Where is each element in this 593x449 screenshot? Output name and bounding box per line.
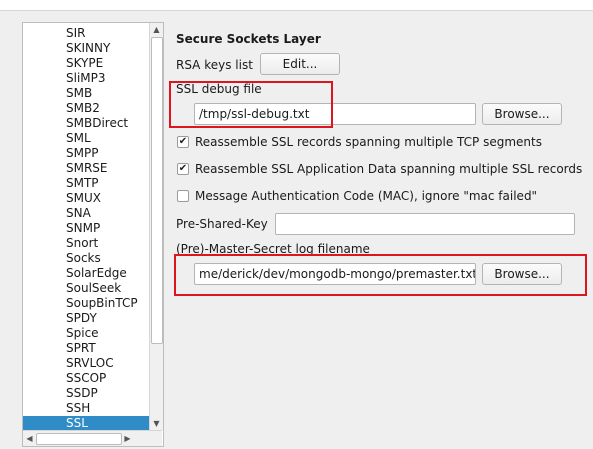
protocol-item[interactable]: SMPP	[23, 146, 149, 161]
preferences-panel: SIR SKINNY SKYPE SliMP3 SMB SMB2 SMBDirect SML S…	[0, 10, 593, 449]
scroll-down-arrow-icon[interactable]: ▼	[150, 417, 163, 430]
protocol-item[interactable]: SMTP	[23, 176, 149, 191]
protocol-item[interactable]: SSH	[23, 401, 149, 416]
protocol-item[interactable]: SRVLOC	[23, 356, 149, 371]
protocol-item[interactable]: SMBDirect	[23, 116, 149, 131]
protocol-item[interactable]: SKINNY	[23, 41, 149, 56]
protocol-item[interactable]: SMRSE	[23, 161, 149, 176]
protocol-item[interactable]: SML	[23, 131, 149, 146]
protocol-item[interactable]: SPDY	[23, 311, 149, 326]
protocol-item[interactable]: Spice	[23, 326, 149, 341]
horizontal-scroll-thumb[interactable]	[36, 433, 122, 445]
protocol-item[interactable]: SliMP3	[23, 71, 149, 86]
master-secret-browse-button[interactable]: Browse...	[482, 263, 562, 285]
horizontal-scrollbar[interactable]: ◀ ▶	[23, 430, 162, 446]
protocol-item[interactable]: SoupBinTCP	[23, 296, 149, 311]
protocol-item[interactable]: Snort	[23, 236, 149, 251]
protocol-item[interactable]: SMB2	[23, 101, 149, 116]
scroll-corner	[135, 431, 162, 446]
pre-shared-key-label: Pre-Shared-Key	[176, 217, 268, 231]
reassemble-records-checkbox[interactable]: ✔	[177, 136, 189, 148]
master-secret-label: (Pre)-Master-Secret log filename	[176, 242, 370, 256]
protocol-item[interactable]: SKYPE	[23, 56, 149, 71]
protocol-item[interactable]: SSDP	[23, 386, 149, 401]
vertical-scroll-thumb[interactable]	[151, 37, 163, 344]
protocol-item[interactable]: SNMP	[23, 221, 149, 236]
rsa-keys-label: RSA keys list	[176, 58, 253, 72]
protocol-item[interactable]: SPRT	[23, 341, 149, 356]
protocol-item[interactable]: Socks	[23, 251, 149, 266]
ssl-debug-file-label: SSL debug file	[176, 82, 262, 96]
protocol-tree: SIR SKINNY SKYPE SliMP3 SMB SMB2 SMBDirect SML S…	[22, 22, 164, 447]
protocol-item[interactable]: SMB	[23, 86, 149, 101]
ssl-debug-file-input[interactable]: /tmp/ssl-debug.txt	[194, 103, 476, 125]
section-title: Secure Sockets Layer	[176, 32, 321, 46]
scroll-right-arrow-icon[interactable]: ▶	[121, 431, 134, 446]
protocol-item[interactable]: SIR	[23, 26, 149, 41]
ssl-debug-browse-button[interactable]: Browse...	[482, 103, 562, 125]
reassemble-records-label: Reassemble SSL records spanning multiple…	[195, 135, 542, 149]
reassemble-appdata-checkbox[interactable]: ✔	[177, 163, 189, 175]
vertical-scrollbar[interactable]: ▲ ▼	[149, 23, 163, 430]
mac-ignore-label: Message Authentication Code (MAC), ignor…	[195, 189, 538, 203]
protocol-list[interactable]: SIR SKINNY SKYPE SliMP3 SMB SMB2 SMBDirect SML S…	[23, 23, 149, 430]
pre-shared-key-input[interactable]	[275, 213, 575, 235]
scroll-left-arrow-icon[interactable]: ◀	[23, 431, 36, 446]
protocol-item[interactable]: SMUX	[23, 191, 149, 206]
protocol-item[interactable]: SNA	[23, 206, 149, 221]
reassemble-appdata-label: Reassemble SSL Application Data spanning…	[195, 162, 583, 176]
mac-ignore-checkbox[interactable]	[177, 190, 189, 202]
protocol-item[interactable]: SoulSeek	[23, 281, 149, 296]
master-secret-file-input[interactable]: me/derick/dev/mongodb-mongo/premaster.tx…	[194, 263, 476, 285]
protocol-item[interactable]: SolarEdge	[23, 266, 149, 281]
scroll-up-arrow-icon[interactable]: ▲	[150, 23, 163, 36]
protocol-item[interactable]: SSCOP	[23, 371, 149, 386]
protocol-item[interactable]: SSL	[23, 416, 149, 430]
rsa-keys-edit-button[interactable]: Edit...	[260, 53, 340, 75]
